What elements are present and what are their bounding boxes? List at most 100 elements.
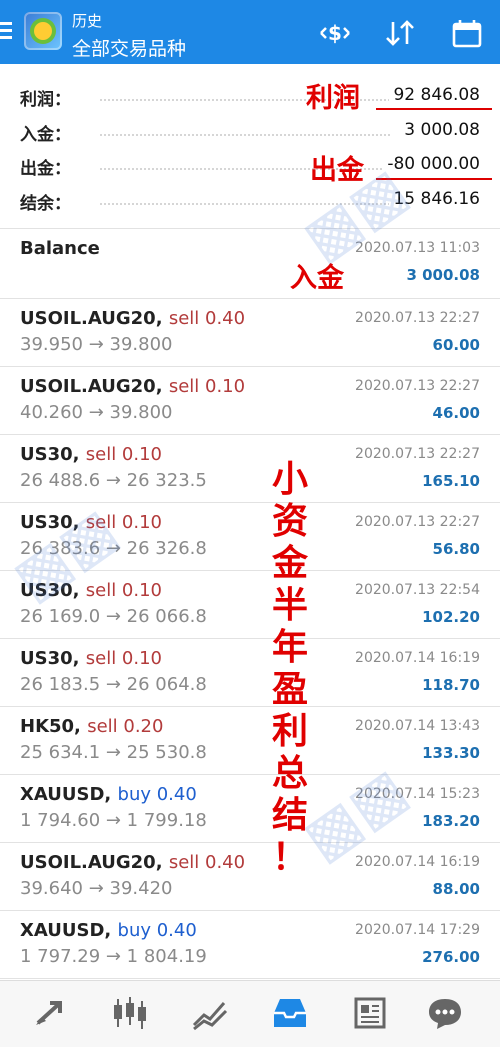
trade-arrows-icon[interactable]	[30, 995, 70, 1031]
candlestick-icon[interactable]	[110, 995, 150, 1031]
summary-balance-label: 结余：	[20, 194, 71, 214]
trade-row[interactable]: USOIL.AUG20, sell 0.40 39.640 → 39.420 202…	[0, 844, 500, 911]
annotation-char: 利	[271, 710, 308, 752]
trade-symbol: USOIL.AUG20, sell 0.40	[20, 852, 245, 873]
trade-prices: 26 169.0 → 26 066.8	[20, 606, 207, 627]
trade-symbol: US30, sell 0.10	[20, 648, 162, 669]
sort-icon[interactable]	[383, 18, 417, 48]
top-toolbar: 历史 全部交易品种 $	[0, 0, 500, 64]
trade-prices: 25 634.1 → 25 530.8	[20, 742, 207, 763]
trade-time: 2020.07.14 17:29	[355, 922, 480, 938]
trade-symbol: USOIL.AUG20, sell 0.40	[20, 308, 245, 329]
summary-deposit-row: 入金： 3 000.08	[0, 114, 500, 148]
dotted-leader	[100, 134, 390, 136]
trade-time: 2020.07.13 22:54	[355, 582, 480, 598]
trade-symbol-text: XAUUSD,	[20, 920, 112, 941]
trade-row[interactable]: HK50, sell 0.20 25 634.1 → 25 530.8 2020.0…	[0, 708, 500, 775]
trade-side: buy 0.40	[117, 784, 197, 805]
calendar-icon[interactable]	[450, 18, 484, 48]
divider	[0, 910, 500, 911]
entry-time: 2020.07.13 11:03	[355, 240, 480, 256]
summary-profit-value: 92 846.08	[389, 85, 480, 105]
svg-text:$: $	[328, 21, 342, 45]
trade-symbol-text: US30,	[20, 648, 80, 669]
annotation-char: ！	[271, 836, 308, 878]
summary-deposit-label: 入金：	[20, 125, 71, 145]
trade-side: buy 0.40	[117, 920, 197, 941]
trade-symbol-text: XAUUSD,	[20, 784, 112, 805]
screen-subtitle: 历史	[72, 12, 103, 30]
summary-withdrawal-label: 出金：	[20, 159, 71, 179]
currency-filter-icon[interactable]: $	[318, 18, 352, 48]
trade-profit: 183.20	[422, 812, 480, 830]
trade-prices: 26 183.5 → 26 064.8	[20, 674, 207, 695]
trade-side: sell 0.10	[85, 580, 163, 601]
annotation-underline	[376, 108, 492, 110]
annotation-char: 金	[271, 542, 308, 584]
divider	[0, 434, 500, 435]
divider	[0, 228, 500, 229]
trade-symbol: USOIL.AUG20, sell 0.10	[20, 376, 245, 397]
trade-row[interactable]: XAUUSD, buy 0.40 1 797.29 → 1 804.19 2020.…	[0, 912, 500, 979]
summary-withdrawal-row: 出金： -80 000.00	[0, 148, 500, 182]
divider	[0, 366, 500, 367]
trade-side: sell 0.40	[168, 308, 246, 329]
trade-prices: 39.950 → 39.800	[20, 334, 173, 355]
annotation-char: 年	[271, 626, 308, 668]
trade-row[interactable]: USOIL.AUG20, sell 0.40 39.950 → 39.800 202…	[0, 300, 500, 367]
trade-time: 2020.07.13 22:27	[355, 310, 480, 326]
menu-icon[interactable]	[0, 22, 12, 40]
trade-profit: 276.00	[422, 948, 480, 966]
trade-row[interactable]: USOIL.AUG20, sell 0.10 40.260 → 39.800 202…	[0, 368, 500, 435]
trade-prices: 1 794.60 → 1 799.18	[20, 810, 207, 831]
app-logo	[24, 12, 62, 50]
entry-amount: 3 000.08	[406, 266, 480, 284]
annotation-char: 半	[271, 584, 308, 626]
trade-prices: 1 797.29 → 1 804.19	[20, 946, 207, 967]
trade-profit: 88.00	[432, 880, 480, 898]
trade-symbol-text: USOIL.AUG20,	[20, 376, 163, 397]
trade-time: 2020.07.14 16:19	[355, 650, 480, 666]
annotation-char: 盈	[271, 668, 308, 710]
trade-symbol: XAUUSD, buy 0.40	[20, 920, 197, 941]
trade-time: 2020.07.13 22:27	[355, 378, 480, 394]
trade-profit: 56.80	[432, 540, 480, 558]
trade-prices: 40.260 → 39.800	[20, 402, 173, 423]
trade-prices: 39.640 → 39.420	[20, 878, 173, 899]
trade-side: sell 0.40	[168, 852, 246, 873]
trade-prices: 26 488.6 → 26 323.5	[20, 470, 207, 491]
divider	[0, 842, 500, 843]
trade-time: 2020.07.14 16:19	[355, 854, 480, 870]
trade-side: sell 0.10	[85, 648, 163, 669]
annotation-char: 资	[271, 500, 308, 542]
trade-profit: 165.10	[422, 472, 480, 490]
divider	[0, 706, 500, 707]
summary-profit-label: 利润：	[20, 90, 71, 110]
divider	[0, 298, 500, 299]
history-inbox-icon[interactable]	[270, 995, 310, 1031]
bottom-navigation	[0, 980, 500, 1047]
annotation-char: 总	[271, 752, 308, 794]
trade-profit: 133.30	[422, 744, 480, 762]
trade-row[interactable]: US30, sell 0.10 26 488.6 → 26 323.5 2020.0…	[0, 436, 500, 503]
news-icon[interactable]	[350, 995, 390, 1031]
symbol-filter-title[interactable]: 全部交易品种	[72, 34, 186, 61]
trade-row[interactable]: US30, sell 0.10 26 183.5 → 26 064.8 2020.0…	[0, 640, 500, 707]
chart-line-icon[interactable]	[190, 995, 230, 1031]
trade-time: 2020.07.14 13:43	[355, 718, 480, 734]
balance-entry[interactable]: Balance 2020.07.13 11:03 3 000.08	[0, 230, 500, 297]
trade-side: sell 0.20	[87, 716, 164, 737]
chat-icon[interactable]	[425, 995, 465, 1031]
trade-symbol-text: USOIL.AUG20,	[20, 308, 163, 329]
trade-row[interactable]: XAUUSD, buy 0.40 1 794.60 → 1 799.18 2020.…	[0, 776, 500, 843]
trade-symbol-text: US30,	[20, 444, 80, 465]
trade-profit: 46.00	[432, 404, 480, 422]
summary-deposit-value: 3 000.08	[400, 120, 480, 140]
trade-symbol-text: HK50,	[20, 716, 81, 737]
balance-title: Balance	[20, 238, 100, 259]
divider	[0, 638, 500, 639]
trade-symbol-text: USOIL.AUG20,	[20, 852, 163, 873]
trade-profit: 60.00	[432, 336, 480, 354]
trade-symbol: HK50, sell 0.20	[20, 716, 163, 737]
trade-side: sell 0.10	[85, 444, 163, 465]
